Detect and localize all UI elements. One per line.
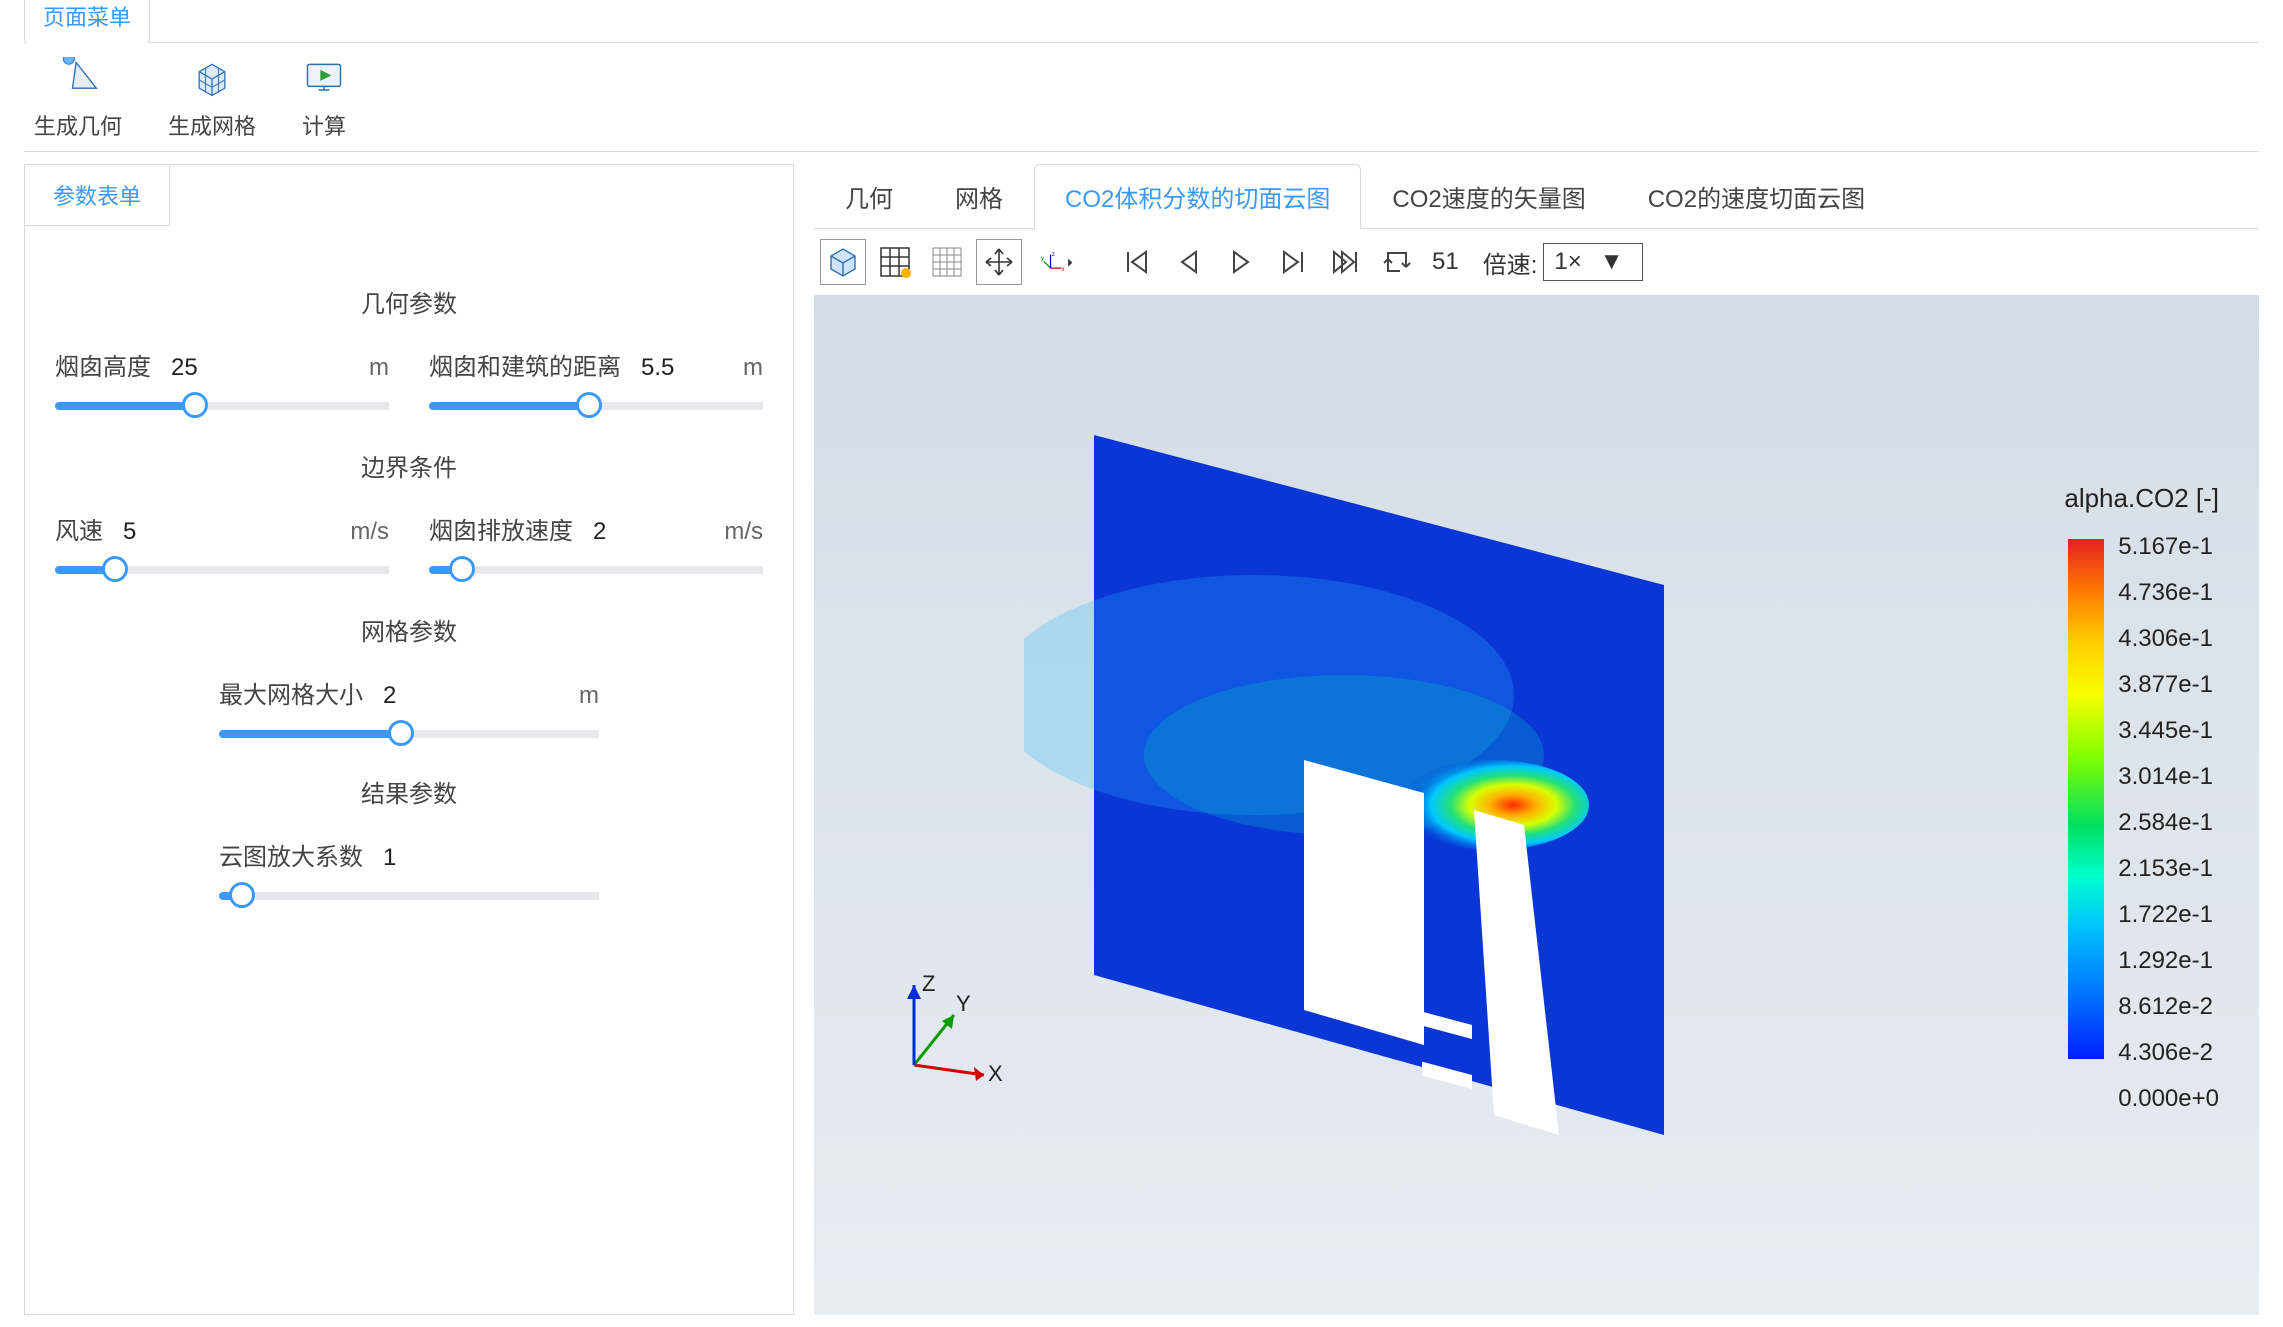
generate-geometry-label: 生成几何 xyxy=(34,109,122,141)
legend-tick: 4.306e-2 xyxy=(2118,1039,2219,1067)
droplet-cone-icon xyxy=(56,57,100,101)
svg-text:Z: Z xyxy=(922,975,935,996)
section-result-params: 结果参数 xyxy=(55,774,763,809)
speed-value: 1× xyxy=(1554,248,1581,276)
go-first-icon[interactable] xyxy=(1114,239,1160,285)
speed-select[interactable]: 1× ▼ xyxy=(1543,243,1642,281)
chimney-distance-value: 5.5 xyxy=(641,354,674,382)
tab-mesh[interactable]: 网格 xyxy=(924,164,1034,228)
grid-light-icon[interactable] xyxy=(924,239,970,285)
chimney-height-label: 烟囱高度 xyxy=(55,347,151,382)
tab-co2-speed-slice[interactable]: CO2的速度切面云图 xyxy=(1617,164,1896,228)
step-forward-icon[interactable] xyxy=(1270,239,1316,285)
max-mesh-value: 2 xyxy=(383,682,396,710)
mesh-cube-icon xyxy=(190,57,234,101)
tab-co2-velocity-vector[interactable]: CO2速度的矢量图 xyxy=(1361,164,1616,228)
view-cube-icon[interactable] xyxy=(820,239,866,285)
legend-colorbar xyxy=(2068,539,2104,1059)
wind-speed-value: 5 xyxy=(123,518,136,546)
go-last-icon[interactable] xyxy=(1322,239,1368,285)
orientation-triad-icon: X Y Z xyxy=(884,975,1004,1095)
color-legend: 5.167e-1 4.736e-1 4.306e-1 3.877e-1 3.445e-1… xyxy=(2068,485,2219,1113)
zoom-factor-label: 云图放大系数 xyxy=(219,837,363,872)
generate-geometry-button[interactable]: 生成几何 xyxy=(34,57,122,141)
wind-speed-label: 风速 xyxy=(55,511,103,546)
generate-mesh-button[interactable]: 生成网格 xyxy=(168,57,256,141)
grid-strong-icon[interactable] xyxy=(872,239,918,285)
legend-tick: 3.014e-1 xyxy=(2118,763,2219,791)
wind-speed-unit: m/s xyxy=(350,518,389,546)
tab-geometry[interactable]: 几何 xyxy=(814,164,924,228)
emission-speed-slider[interactable] xyxy=(429,558,763,580)
pan-icon[interactable] xyxy=(976,239,1022,285)
svg-text:x: x xyxy=(1061,266,1064,273)
viewer-toolbar: x yz xyxy=(814,229,2259,295)
chimney-height-unit: m xyxy=(369,354,389,382)
emission-speed-value: 2 xyxy=(593,518,606,546)
svg-text:y: y xyxy=(1041,255,1045,262)
zoom-factor-slider[interactable] xyxy=(219,884,599,906)
legend-tick: 5.167e-1 xyxy=(2118,533,2219,561)
generate-mesh-label: 生成网格 xyxy=(168,109,256,141)
max-mesh-unit: m xyxy=(579,682,599,710)
emission-speed-unit: m/s xyxy=(724,518,763,546)
calculate-label: 计算 xyxy=(302,109,346,141)
render-viewport[interactable]: X Y Z alpha.CO2 [-] 5.167e-14.736e-14.30… xyxy=(814,295,2259,1315)
legend-tick: 1.292e-1 xyxy=(2118,947,2219,975)
legend-ticks: 5.167e-1 4.736e-1 4.306e-1 3.877e-1 3.445e-1… xyxy=(2118,533,2219,1113)
calculate-button[interactable]: 计算 xyxy=(302,57,346,141)
legend-tick: 1.722e-1 xyxy=(2118,901,2219,929)
frame-number: 51 xyxy=(1426,248,1465,276)
legend-tick: 4.736e-1 xyxy=(2118,579,2219,607)
section-boundary-conditions: 边界条件 xyxy=(55,448,763,483)
max-mesh-slider[interactable] xyxy=(219,722,599,744)
legend-tick: 3.445e-1 xyxy=(2118,717,2219,745)
chimney-height-value: 25 xyxy=(171,354,198,382)
play-monitor-icon xyxy=(302,57,346,101)
zoom-factor-value: 1 xyxy=(383,844,396,872)
emission-speed-label: 烟囱排放速度 xyxy=(429,511,573,546)
legend-tick: 2.153e-1 xyxy=(2118,855,2219,883)
chimney-distance-slider[interactable] xyxy=(429,394,763,416)
section-mesh-params: 网格参数 xyxy=(55,612,763,647)
loop-icon[interactable] xyxy=(1374,239,1420,285)
chimney-height-slider[interactable] xyxy=(55,394,389,416)
legend-tick: 4.306e-1 xyxy=(2118,625,2219,653)
ribbon: 生成几何 生成网格 计算 xyxy=(24,43,2259,152)
tab-co2-fraction-slice[interactable]: CO2体积分数的切面云图 xyxy=(1034,164,1361,229)
tab-parameter-form[interactable]: 参数表单 xyxy=(25,165,170,226)
scene-slice-plot xyxy=(1024,415,1744,1235)
svg-text:Y: Y xyxy=(956,991,971,1016)
legend-tick: 8.612e-2 xyxy=(2118,993,2219,1021)
legend-tick: 3.877e-1 xyxy=(2118,671,2219,699)
legend-tick: 2.584e-1 xyxy=(2118,809,2219,837)
axes-triad-icon[interactable]: x yz xyxy=(1028,239,1088,285)
legend-tick: 0.000e+0 xyxy=(2118,1085,2219,1113)
speed-label: 倍速: xyxy=(1483,245,1538,280)
section-geometry-params: 几何参数 xyxy=(55,284,763,319)
chimney-distance-unit: m xyxy=(743,354,763,382)
step-back-icon[interactable] xyxy=(1166,239,1212,285)
chimney-distance-label: 烟囱和建筑的距离 xyxy=(429,347,621,382)
svg-text:z: z xyxy=(1052,251,1055,258)
viewer-panel: 几何 网格 CO2体积分数的切面云图 CO2速度的矢量图 CO2的速度切面云图 xyxy=(814,164,2259,1315)
svg-text:X: X xyxy=(988,1061,1003,1086)
max-mesh-label: 最大网格大小 xyxy=(219,675,363,710)
top-tab-page-menu[interactable]: 页面菜单 xyxy=(24,0,150,43)
chevron-down-icon: ▼ xyxy=(1600,248,1624,276)
play-icon[interactable] xyxy=(1218,239,1264,285)
parameter-panel: 参数表单 几何参数 烟囱高度 25 m xyxy=(24,164,794,1315)
wind-speed-slider[interactable] xyxy=(55,558,389,580)
